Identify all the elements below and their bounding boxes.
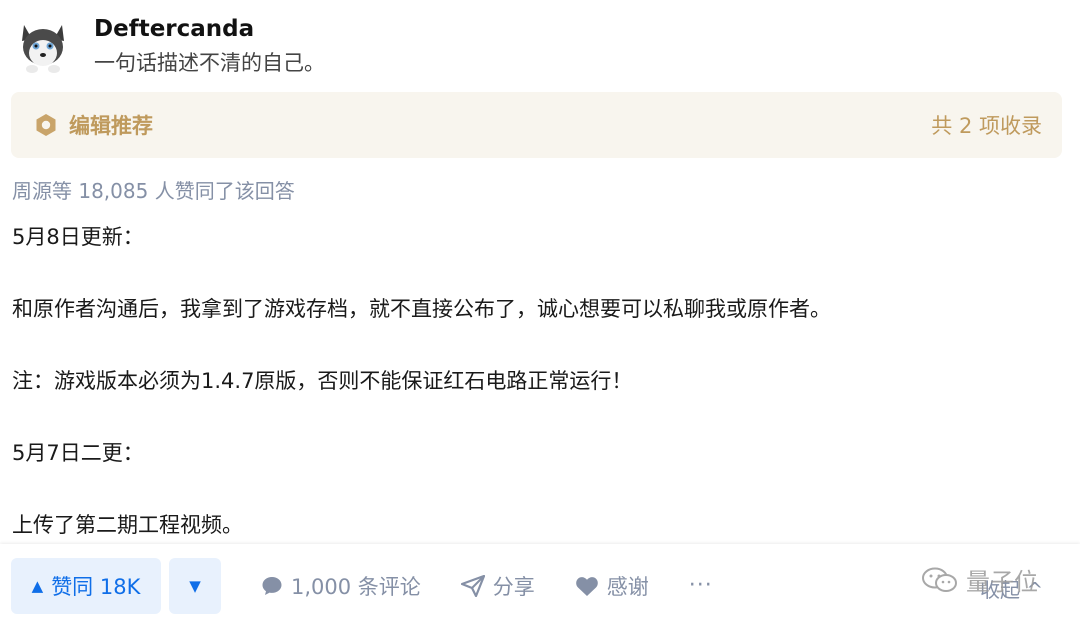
content-paragraph: 和原作者沟通后，我拿到了游戏存档，就不直接公布了，诚心想要可以私聊我或原作者。 (12, 297, 831, 321)
thanks-button[interactable]: 感谢 (575, 571, 649, 601)
husky-avatar-icon (22, 25, 64, 73)
share-label: 分享 (492, 574, 535, 599)
triangle-down-icon: ▼ (189, 576, 201, 595)
content-paragraph: 5月7日二更： (12, 441, 144, 465)
share-button[interactable]: 分享 (460, 571, 535, 601)
author-info: Deftercanda 一句话描述不清的自己。 (12, 8, 1072, 84)
watermark-text: 量子位 (966, 568, 1038, 596)
comment-label: 1,000 条评论 (291, 574, 421, 599)
watermark: 量子位 (920, 562, 1038, 597)
editor-recommend-banner[interactable]: 编辑推荐 共 2 项收录 (11, 92, 1062, 158)
upvote-label: 赞同 18K (51, 574, 141, 599)
more-icon: ··· (688, 573, 713, 598)
action-bar: ▲ 赞同 18K ▼ 1,000 条评论 分享 感谢 ··· 收起 ^ 量子位 (0, 544, 1080, 627)
triangle-up-icon: ▲ (31, 576, 44, 595)
avatar[interactable] (12, 15, 74, 77)
more-options-button[interactable]: ··· (689, 573, 713, 598)
downvote-button[interactable]: ▼ (169, 557, 221, 614)
recommend-label: 编辑推荐 (69, 114, 153, 138)
wechat-icon (922, 567, 957, 592)
upvote-button[interactable]: ▲ 赞同 18K (11, 557, 161, 614)
answer-content: 5月8日更新： 和原作者沟通后，我拿到了游戏存档，就不直接公布了，诚心想要可以私… (12, 220, 1072, 580)
heart-icon (575, 576, 598, 596)
paper-plane-icon (460, 574, 485, 597)
thanks-label: 感谢 (606, 574, 649, 599)
comment-button[interactable]: 1,000 条评论 (261, 571, 421, 601)
content-paragraph: 5月8日更新： (12, 225, 144, 249)
badge-icon (33, 112, 59, 138)
author-name[interactable]: Deftercanda (94, 13, 325, 45)
content-paragraph: 注：游戏版本必须为1.4.7原版，否则不能保证红石电路正常运行！ (12, 369, 633, 393)
author-bio: 一句话描述不清的自己。 (94, 51, 325, 75)
comment-icon (262, 576, 282, 595)
voters-summary[interactable]: 周源等 18,085 人赞同了该回答 (12, 176, 295, 206)
recommend-count[interactable]: 共 2 项收录 (931, 110, 1042, 140)
